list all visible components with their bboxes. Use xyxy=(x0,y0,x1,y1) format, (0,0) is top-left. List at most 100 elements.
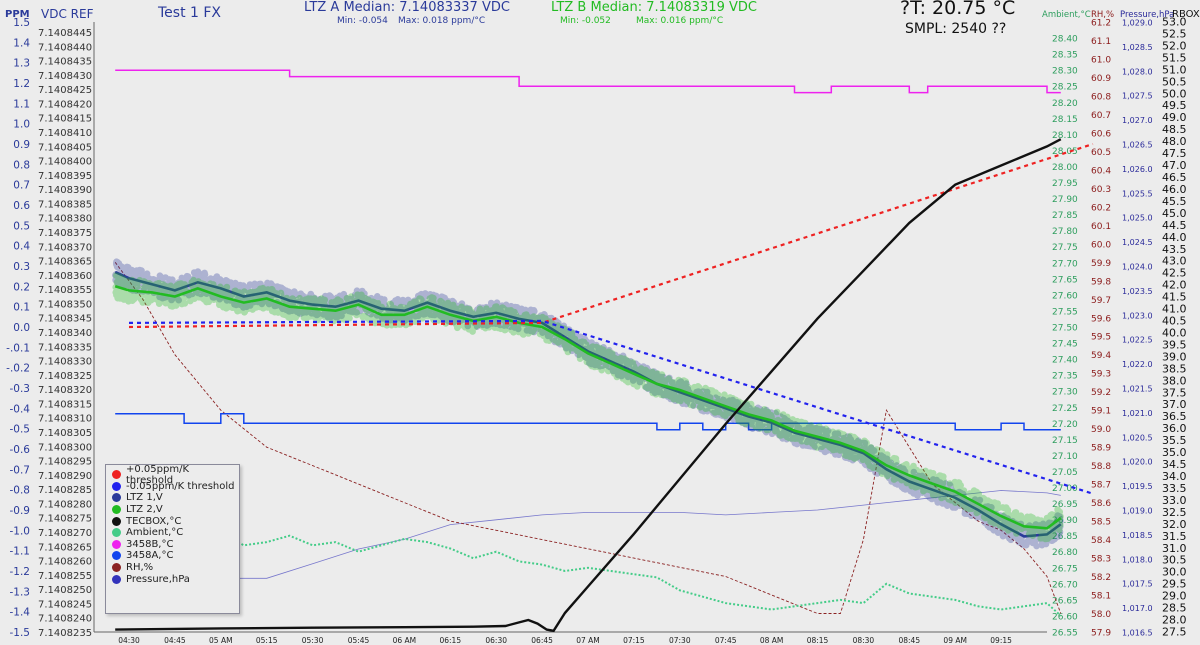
ltz-2-v-point xyxy=(831,432,838,439)
ltz-2-v-point xyxy=(952,496,959,503)
vdc-tick-label: 7.1408405 xyxy=(38,142,92,153)
ltz-2-v-point xyxy=(289,295,296,302)
vdc-tick-label: 7.1408395 xyxy=(38,171,92,182)
legend-label: LTZ 2,V xyxy=(126,504,163,516)
ambient-tick-label: 28.15 xyxy=(1052,115,1078,125)
ltz-2-v-point xyxy=(196,280,204,287)
ltz-1-v-point xyxy=(291,288,298,295)
legend-label: Ambient,°C xyxy=(126,527,184,539)
ltz-2-v-point xyxy=(711,409,719,416)
vdc-tick-label: 7.1408315 xyxy=(38,399,92,410)
ppm-tick-label: 0.3 xyxy=(13,261,30,273)
ltz-2-v-point xyxy=(867,444,875,451)
legend-item: RH,% xyxy=(112,562,235,574)
ltz-2-v-point xyxy=(929,470,937,477)
rh-tick-label: 60.5 xyxy=(1091,148,1111,158)
ltz-2-v-point xyxy=(661,391,668,399)
ltz-2-v-point xyxy=(270,291,278,299)
ltz-2-v-point xyxy=(892,455,900,462)
ppm-tick-label: -.0.2 xyxy=(6,363,30,375)
ltz-2-v-point xyxy=(313,300,321,308)
vdc-tick-label: 7.1408330 xyxy=(38,357,92,368)
ppm-tick-label: -0.8 xyxy=(10,485,31,497)
x-tick-label: 09 AM xyxy=(943,636,967,645)
x-tick-label: 08 AM xyxy=(760,636,784,645)
ltz-b-median: LTZ B Median: 7.14083319 VDC xyxy=(551,0,757,15)
ltz-2-v-point xyxy=(264,303,272,310)
ltz-2-v-point xyxy=(1029,514,1036,521)
ltz-a-median: LTZ A Median: 7.14083337 VDC xyxy=(304,0,510,15)
ltz-2-v-point xyxy=(323,312,331,319)
ltz-2-v-point xyxy=(250,301,258,309)
ltz-2-v-point xyxy=(264,289,272,297)
legend: +0.05ppm/K threshold -0.05ppm/K threshold… xyxy=(105,464,240,614)
ltz-2-v-point xyxy=(840,431,847,438)
legend-marker-icon xyxy=(112,470,121,480)
ltz-2-v-point xyxy=(134,278,142,286)
ppm-tick-label: -1.5 xyxy=(10,627,31,639)
ltz-2-v-point xyxy=(1029,531,1036,538)
ltz-a-min: Min: -0.054 xyxy=(337,16,388,26)
ltz-2-v-point xyxy=(598,366,605,374)
vdc-tick-label: 7.1408335 xyxy=(38,342,92,353)
ltz-2-v-point xyxy=(210,281,217,288)
ltz-2-v-point xyxy=(747,400,755,408)
rh-tick-label: 60.9 xyxy=(1091,74,1111,84)
ltz-2-v-point xyxy=(760,408,767,416)
ltz-2-v-point xyxy=(1050,530,1057,538)
rh-tick-label: 58.1 xyxy=(1091,592,1111,602)
ambient-tick-label: 27.60 xyxy=(1052,291,1078,301)
legend-marker-icon xyxy=(112,563,121,573)
x-tick-label: 07 AM xyxy=(576,636,600,645)
ltz-2-v-point xyxy=(378,303,385,311)
x-tick-label: 05:15 xyxy=(256,636,278,645)
vdc-tick-label: 7.1408255 xyxy=(38,571,92,582)
x-tick-label: 06:15 xyxy=(439,636,461,645)
vdc-tick-label: 7.1408275 xyxy=(38,514,92,525)
rbox-tick-label: 27.5 xyxy=(1162,626,1187,639)
rh-tick-label: 58.8 xyxy=(1091,462,1111,472)
rbox-axis-title: RBOX xyxy=(1172,9,1200,20)
ppm-tick-label: 0.1 xyxy=(13,302,30,314)
ltz-2-v-point xyxy=(874,465,882,473)
ltz-2-v-point xyxy=(116,295,124,302)
ltz-2-v-point xyxy=(437,297,444,305)
vdc-tick-label: 7.1408270 xyxy=(38,528,92,539)
rh-tick-label: 58.6 xyxy=(1091,499,1111,509)
legend-label: 3458B,°C xyxy=(126,538,174,550)
ltz-2-v-point xyxy=(631,381,639,388)
ltz-2-v-point xyxy=(347,293,355,300)
rh-tick-label: 58.5 xyxy=(1091,518,1111,528)
x-tick-label: 05:30 xyxy=(302,636,324,645)
pressure-tick-label: 1,025.5 xyxy=(1122,189,1153,198)
legend-item: Pressure,hPa xyxy=(112,573,235,585)
ltz-2-v-point xyxy=(221,285,229,293)
ltz-2-v-point xyxy=(556,327,563,335)
x-tick-label: 04:45 xyxy=(164,636,186,645)
vdc-tick-label: 7.1408250 xyxy=(38,585,92,596)
vdc-tick-label: 7.1408260 xyxy=(38,557,92,568)
ambient-tick-label: 27.15 xyxy=(1052,436,1078,446)
rh-tick-label: 59.8 xyxy=(1091,277,1111,287)
ltz-2-v-point xyxy=(754,419,762,427)
ambient-tick-label: 28.30 xyxy=(1052,67,1078,77)
ltz-2-v-point xyxy=(848,438,855,446)
ltz-2-v-point xyxy=(794,435,801,442)
ltz-2-v-point xyxy=(426,295,434,302)
x-tick-label: 08:15 xyxy=(807,636,829,645)
ppm-tick-label: 0.2 xyxy=(13,281,30,293)
pressure-tick-label: 1,025.0 xyxy=(1122,214,1153,223)
pressure-tick-label: 1,024.5 xyxy=(1122,238,1153,247)
ppm-tick-label: -1.2 xyxy=(10,566,31,578)
rh-tick-label: 61.1 xyxy=(1091,37,1111,47)
ppm-tick-label: -0.4 xyxy=(10,403,31,415)
vdc-tick-label: 7.1408345 xyxy=(38,314,92,325)
legend-item: +0.05ppm/K threshold xyxy=(112,464,235,486)
ltz-2-v-point xyxy=(359,313,367,321)
ltz-2-v-point xyxy=(908,482,915,490)
vdc-tick-label: 7.1408310 xyxy=(38,414,92,425)
ltz-2-v-point xyxy=(386,300,394,308)
ltz-2-v-point xyxy=(300,314,308,321)
ambient-tick-label: 27.80 xyxy=(1052,227,1078,237)
ltz-2-v-point xyxy=(139,299,147,306)
